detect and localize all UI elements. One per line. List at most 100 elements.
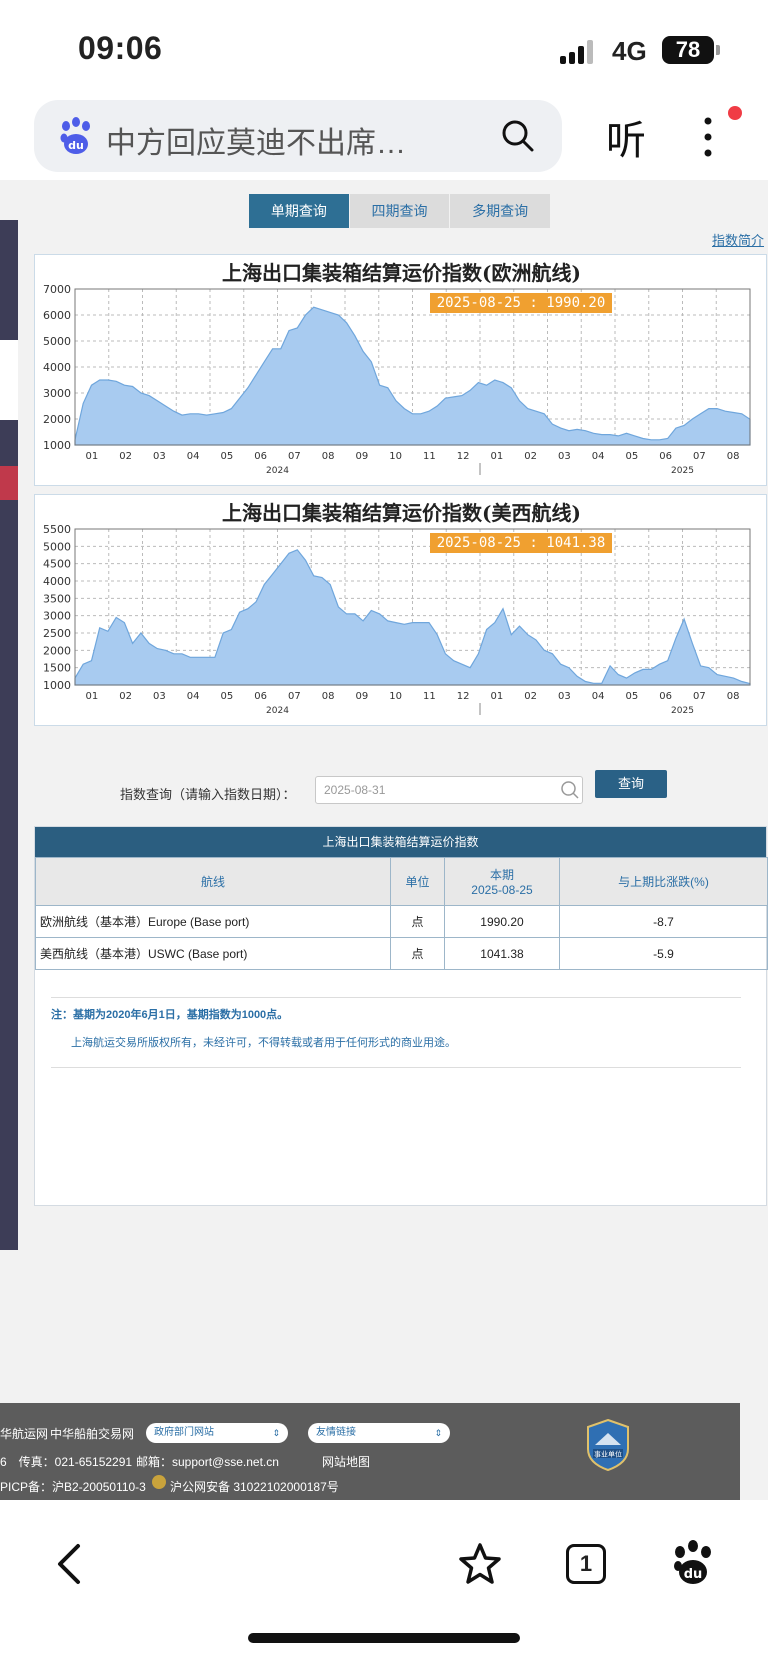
x-tick-label: 04 bbox=[187, 691, 200, 702]
listen-button[interactable]: 听 bbox=[606, 108, 646, 166]
y-tick-label: 3500 bbox=[43, 592, 71, 605]
footer-police[interactable]: 沪公网安备 31022102000187号 bbox=[170, 1478, 339, 1495]
year-label: 2025 bbox=[671, 706, 694, 716]
more-menu-icon[interactable] bbox=[700, 115, 716, 159]
x-tick-label: 10 bbox=[389, 691, 402, 702]
footer-icp[interactable]: PICP备：沪B2-20050110-3 bbox=[0, 1478, 146, 1495]
baidu-home-icon[interactable]: du bbox=[672, 1540, 714, 1586]
y-tick-label: 4500 bbox=[43, 558, 71, 571]
y-tick-label: 1000 bbox=[43, 439, 71, 452]
y-tick-label: 6000 bbox=[43, 309, 71, 322]
gov-sites-select-label: 政府部门网站 bbox=[154, 1427, 214, 1438]
index-table: 航线 单位 本期 2025-08-25 与上期比涨跌(%) 欧洲航线（基本港）E… bbox=[35, 857, 768, 970]
y-tick-label: 1000 bbox=[43, 679, 71, 692]
footer-link[interactable]: 华航运网 bbox=[0, 1425, 48, 1442]
baidu-paw-icon: du bbox=[60, 117, 90, 154]
tab-single[interactable]: 单期查询 bbox=[249, 194, 350, 228]
home-indicator bbox=[248, 1633, 520, 1643]
search-bar[interactable]: du 中方回应莫迪不出席… bbox=[34, 100, 562, 172]
x-tick-label: 07 bbox=[288, 451, 301, 462]
search-icon[interactable] bbox=[560, 780, 580, 800]
status-bar: 09:06 4G 78 bbox=[0, 0, 768, 100]
date-input[interactable]: 2025-08-31 bbox=[315, 776, 583, 804]
y-tick-label: 4000 bbox=[43, 361, 71, 374]
emblem-text: 事业单位 bbox=[594, 1450, 622, 1459]
search-query-text: 中方回应莫迪不出席… bbox=[106, 127, 406, 160]
row-value: 1990.20 bbox=[444, 905, 560, 938]
table-title: 上海出口集装箱结算运价指数 bbox=[35, 827, 766, 857]
x-tick-label: 05 bbox=[221, 451, 234, 462]
tab-four[interactable]: 四期查询 bbox=[349, 194, 451, 228]
y-tick-label: 2500 bbox=[43, 627, 71, 640]
signal-icon bbox=[560, 40, 600, 64]
x-tick-label: 01 bbox=[86, 451, 99, 462]
y-tick-label: 2000 bbox=[43, 413, 71, 426]
x-tick-label: 02 bbox=[119, 451, 132, 462]
y-tick-label: 1500 bbox=[43, 662, 71, 675]
friend-links-select-label: 友情链接 bbox=[316, 1427, 356, 1438]
x-tick-label: 09 bbox=[356, 451, 369, 462]
row-route: 美西航线（基本港）USWC (Base port) bbox=[35, 937, 391, 970]
query-tabs: 单期查询 四期查询 多期查询 bbox=[249, 194, 552, 228]
index-table-panel: 上海出口集装箱结算运价指数 航线 单位 本期 2025-08-25 与上期比涨跌… bbox=[34, 826, 768, 1206]
x-tick-label: 06 bbox=[659, 691, 672, 702]
table-header-row: 航线 单位 本期 2025-08-25 与上期比涨跌(%) bbox=[35, 857, 768, 906]
sidebar-white-block bbox=[0, 340, 18, 420]
x-tick-label: 11 bbox=[423, 691, 436, 702]
year-label: 2025 bbox=[671, 466, 694, 476]
x-tick-label: 05 bbox=[626, 691, 639, 702]
x-tick-label: 11 bbox=[423, 451, 436, 462]
footer-email[interactable]: 邮箱：support@sse.net.cn bbox=[136, 1453, 279, 1470]
x-tick-label: 07 bbox=[288, 691, 301, 702]
y-tick-label: 3000 bbox=[43, 610, 71, 623]
row-route: 欧洲航线（基本港）Europe (Base port) bbox=[35, 905, 391, 938]
x-tick-label: 01 bbox=[491, 451, 504, 462]
left-sidebar-edge bbox=[0, 220, 18, 1250]
x-tick-label: 05 bbox=[221, 691, 234, 702]
chart-europe-svg: 100020003000400050006000700001 02 03 04 05 06… bbox=[43, 283, 751, 476]
x-tick-label: 04 bbox=[592, 451, 605, 462]
x-tick-label: 03 bbox=[153, 691, 166, 702]
notes: 注：基期为2020年6月1日，基期指数为1000点。 上海航运交易所版权所有，未… bbox=[51, 997, 741, 1050]
x-tick-label: 06 bbox=[254, 451, 267, 462]
chart-europe: 1000 2000 3000 4000 5000 6000 7000 01 02 03 04 05 06… bbox=[34, 254, 767, 486]
institution-emblem-icon[interactable]: 事业单位 bbox=[587, 1419, 629, 1471]
x-tick-label: 12 bbox=[457, 691, 470, 702]
footer-link[interactable]: 中华船舶交易网 bbox=[50, 1425, 134, 1442]
footer-sitemap[interactable]: 网站地图 bbox=[322, 1453, 370, 1470]
back-icon[interactable] bbox=[54, 1542, 84, 1586]
tab-multi[interactable]: 多期查询 bbox=[450, 194, 552, 228]
y-tick-label: 4000 bbox=[43, 575, 71, 588]
query-button[interactable]: 查询 bbox=[595, 770, 667, 798]
header-period: 本期 2025-08-25 bbox=[444, 857, 560, 906]
y-tick-label: 2000 bbox=[43, 644, 71, 657]
status-time: 09:06 bbox=[78, 30, 163, 66]
x-tick-label: 07 bbox=[693, 451, 706, 462]
y-tick-label: 3000 bbox=[43, 387, 71, 400]
chevron-updown-icon: ⇕ bbox=[434, 1428, 442, 1438]
header-period-date: 2025-08-25 bbox=[471, 883, 533, 897]
search-icon[interactable] bbox=[500, 118, 536, 154]
tabs-count-icon[interactable]: 1 bbox=[566, 1544, 606, 1584]
svg-text:du: du bbox=[68, 139, 84, 152]
chart-europe-badge: 2025-08-25 : 1990.20 bbox=[430, 293, 612, 313]
network-type: 4G bbox=[612, 36, 647, 66]
x-tick-label: 05 bbox=[626, 451, 639, 462]
chart-europe-title: 上海出口集装箱结算运价指数(欧洲航线) bbox=[222, 261, 581, 285]
chevron-updown-icon: ⇕ bbox=[272, 1428, 280, 1438]
friend-links-select[interactable]: 友情链接 ⇕ bbox=[308, 1423, 450, 1443]
x-tick-label: 06 bbox=[659, 451, 672, 462]
x-tick-label: 02 bbox=[524, 451, 537, 462]
favorite-star-icon[interactable] bbox=[458, 1542, 502, 1586]
table-row: 欧洲航线（基本港）Europe (Base port) 点 1990.20 -8… bbox=[35, 905, 768, 938]
table-row: 美西航线（基本港）USWC (Base port) 点 1041.38 -5.9 bbox=[35, 937, 768, 970]
x-tick-label: 04 bbox=[187, 451, 200, 462]
x-tick-label: 04 bbox=[592, 691, 605, 702]
chart-uswc-svg: 1000150020002500300035004000450050005500… bbox=[43, 523, 751, 716]
index-intro-link[interactable]: 指数简介 bbox=[712, 230, 764, 249]
x-tick-label: 08 bbox=[727, 451, 740, 462]
x-tick-label: 08 bbox=[322, 451, 335, 462]
notification-dot bbox=[728, 106, 742, 120]
gov-sites-select[interactable]: 政府部门网站 ⇕ bbox=[146, 1423, 288, 1443]
web-content: 单期查询 四期查询 多期查询 指数简介 1000 2000 3000 4000 5000… bbox=[0, 180, 768, 1500]
